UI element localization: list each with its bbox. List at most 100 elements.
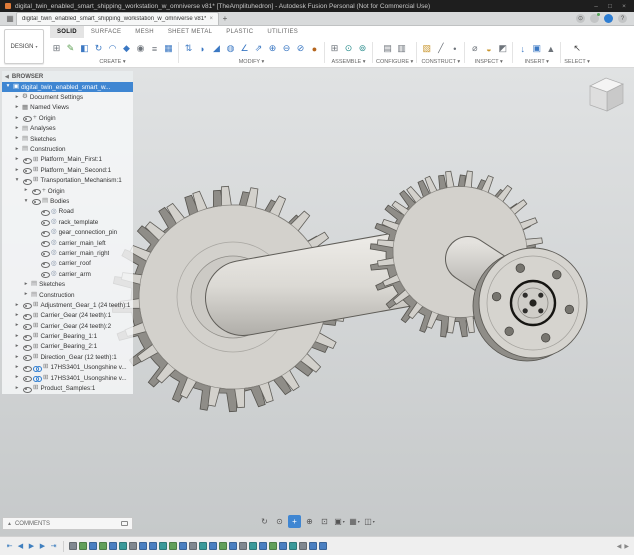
timeline-feature-sketch[interactable]: [99, 542, 107, 550]
offset-face-icon[interactable]: ⊖: [280, 42, 293, 56]
zoom-icon[interactable]: ⊕: [303, 515, 316, 528]
grid-settings-icon[interactable]: ▦▾: [348, 515, 361, 528]
display-settings-icon[interactable]: ▣▾: [333, 515, 346, 528]
tab-sheet-metal[interactable]: SHEET METAL: [161, 26, 219, 38]
tree-item[interactable]: ▸⊞Carrier_Gear (24 teeth):2: [2, 321, 133, 331]
tree-item[interactable]: ◎carrier_main_left: [2, 238, 133, 248]
tree-expand-icon[interactable]: ▸: [14, 313, 20, 319]
tree-expand-icon[interactable]: ▸: [14, 303, 20, 309]
tree-expand-icon[interactable]: ▸: [14, 355, 20, 361]
pan-icon[interactable]: +: [288, 515, 301, 528]
timeline-feature-fillet[interactable]: [149, 542, 157, 550]
tree-item[interactable]: ▸▦Named Views: [2, 103, 133, 113]
visibility-eye-icon[interactable]: [22, 353, 31, 361]
extrude-icon[interactable]: ◧: [78, 42, 91, 56]
visibility-eye-icon[interactable]: [40, 270, 49, 278]
rectangular-pattern-icon[interactable]: ▦: [162, 42, 175, 56]
data-panel-toggle-icon[interactable]: ▦: [4, 12, 16, 24]
job-status-icon[interactable]: ⊙: [576, 14, 585, 23]
thread-icon[interactable]: ≡: [148, 42, 161, 56]
visibility-eye-icon[interactable]: [22, 156, 31, 164]
configuration-icon[interactable]: ▤: [381, 42, 394, 56]
document-tab[interactable]: digital_twin_enabled_smart_shipping_work…: [16, 12, 219, 25]
tree-item[interactable]: ▸⊞Product_Samples:1: [2, 383, 133, 393]
timeline-feature-component[interactable]: [239, 542, 247, 550]
tree-item[interactable]: ▸⊞Platform_Main_First:1: [2, 155, 133, 165]
timeline-feature-fillet[interactable]: [319, 542, 327, 550]
step-forward-icon[interactable]: ▶: [38, 542, 47, 550]
new-component-icon[interactable]: ⊞: [50, 42, 63, 56]
tree-item[interactable]: ▸⊞Direction_Gear (12 teeth):1: [2, 352, 133, 362]
tree-item[interactable]: ▸▤Analyses: [2, 124, 133, 134]
insert-mesh-icon[interactable]: ▲: [544, 42, 557, 56]
timeline-feature-extrude[interactable]: [179, 542, 187, 550]
collapse-browser-icon[interactable]: ◀: [5, 74, 9, 80]
tab-mesh[interactable]: MESH: [128, 26, 161, 38]
tree-expand-icon[interactable]: ▸: [23, 188, 29, 194]
new-tab-button[interactable]: +: [219, 12, 231, 24]
comments-bar[interactable]: ▲ COMMENTS: [2, 517, 133, 530]
tree-item[interactable]: ◎carrier_arm: [2, 269, 133, 279]
tree-expand-icon[interactable]: ▸: [14, 375, 20, 381]
point-icon[interactable]: •: [448, 42, 461, 56]
tree-item[interactable]: ▸+Origin: [2, 113, 133, 123]
tree-item[interactable]: ◎gear_connection_pin: [2, 227, 133, 237]
offset-plane-icon[interactable]: ▧: [420, 42, 433, 56]
visibility-eye-icon[interactable]: [31, 187, 40, 195]
tab-utilities[interactable]: UTILITIES: [260, 26, 305, 38]
timeline-scroll-right-icon[interactable]: ▶: [624, 543, 629, 550]
visibility-eye-icon[interactable]: [22, 322, 31, 330]
tab-solid[interactable]: SOLID: [50, 26, 84, 38]
visibility-eye-icon[interactable]: [22, 374, 31, 382]
tree-item[interactable]: ▸⚙Document Settings: [2, 92, 133, 102]
interference-icon[interactable]: ◩: [496, 42, 509, 56]
scale-icon[interactable]: ⇗: [252, 42, 265, 56]
tree-expand-icon[interactable]: ▸: [14, 116, 20, 122]
play-icon[interactable]: ▶: [27, 542, 36, 550]
visibility-eye-icon[interactable]: [40, 249, 49, 257]
expand-comments-icon[interactable]: ▲: [7, 521, 12, 527]
timeline-feature-joint[interactable]: [289, 542, 297, 550]
tree-expand-icon[interactable]: ▸: [14, 147, 20, 153]
notification-bell-icon[interactable]: [590, 14, 599, 23]
tree-item[interactable]: ▸⊞Carrier_Gear (24 teeth):1: [2, 311, 133, 321]
view-cube[interactable]: [590, 78, 623, 111]
visibility-eye-icon[interactable]: [40, 218, 49, 226]
visibility-eye-icon[interactable]: [40, 229, 49, 237]
tree-item[interactable]: ▸▤Sketches: [2, 134, 133, 144]
tree-expand-icon[interactable]: ▸: [14, 105, 20, 111]
as-built-joint-icon[interactable]: ⊚: [356, 42, 369, 56]
timeline-feature-extrude[interactable]: [279, 542, 287, 550]
axis-icon[interactable]: ╱: [434, 42, 447, 56]
visibility-eye-icon[interactable]: [22, 301, 31, 309]
toolbar-group-label[interactable]: INSERT ▾: [525, 58, 549, 66]
tree-expand-icon[interactable]: ▸: [14, 344, 20, 350]
tree-expand-icon[interactable]: ▸: [14, 334, 20, 340]
draft-icon[interactable]: ∠: [238, 42, 251, 56]
close-icon[interactable]: ×: [619, 3, 629, 10]
combine-icon[interactable]: ⊕: [266, 42, 279, 56]
select-window-icon[interactable]: ↖: [571, 42, 584, 56]
joint-icon[interactable]: ⊙: [342, 42, 355, 56]
timeline-feature-component[interactable]: [189, 542, 197, 550]
tree-expand-icon[interactable]: ▾: [23, 199, 29, 205]
insert-derive-icon[interactable]: ↓: [516, 42, 529, 56]
tree-item[interactable]: ▸▤Sketches: [2, 279, 133, 289]
tree-item[interactable]: ▸▤Construction: [2, 144, 133, 154]
toolbar-group-label[interactable]: ASSEMBLE ▾: [332, 58, 366, 66]
tree-item[interactable]: ▸+Origin: [2, 186, 133, 196]
tree-item[interactable]: ◎carrier_roof: [2, 259, 133, 269]
tree-expand-icon[interactable]: ▸: [14, 95, 20, 101]
shell-icon[interactable]: ◍: [224, 42, 237, 56]
hole-icon[interactable]: ◉: [134, 42, 147, 56]
tree-expand-icon[interactable]: ▸: [14, 126, 20, 132]
tree-item[interactable]: ▸⊞17HS3401_Usongshine v...: [2, 363, 133, 373]
close-tab-icon[interactable]: ×: [209, 16, 213, 22]
go-to-start-icon[interactable]: ⇤: [5, 542, 14, 550]
help-icon[interactable]: ?: [618, 14, 627, 23]
decal-icon[interactable]: ▣: [530, 42, 543, 56]
timeline-feature-sketch[interactable]: [169, 542, 177, 550]
timeline-feature-component[interactable]: [129, 542, 137, 550]
timeline-feature-joint[interactable]: [199, 542, 207, 550]
tree-item[interactable]: ◎rack_template: [2, 217, 133, 227]
